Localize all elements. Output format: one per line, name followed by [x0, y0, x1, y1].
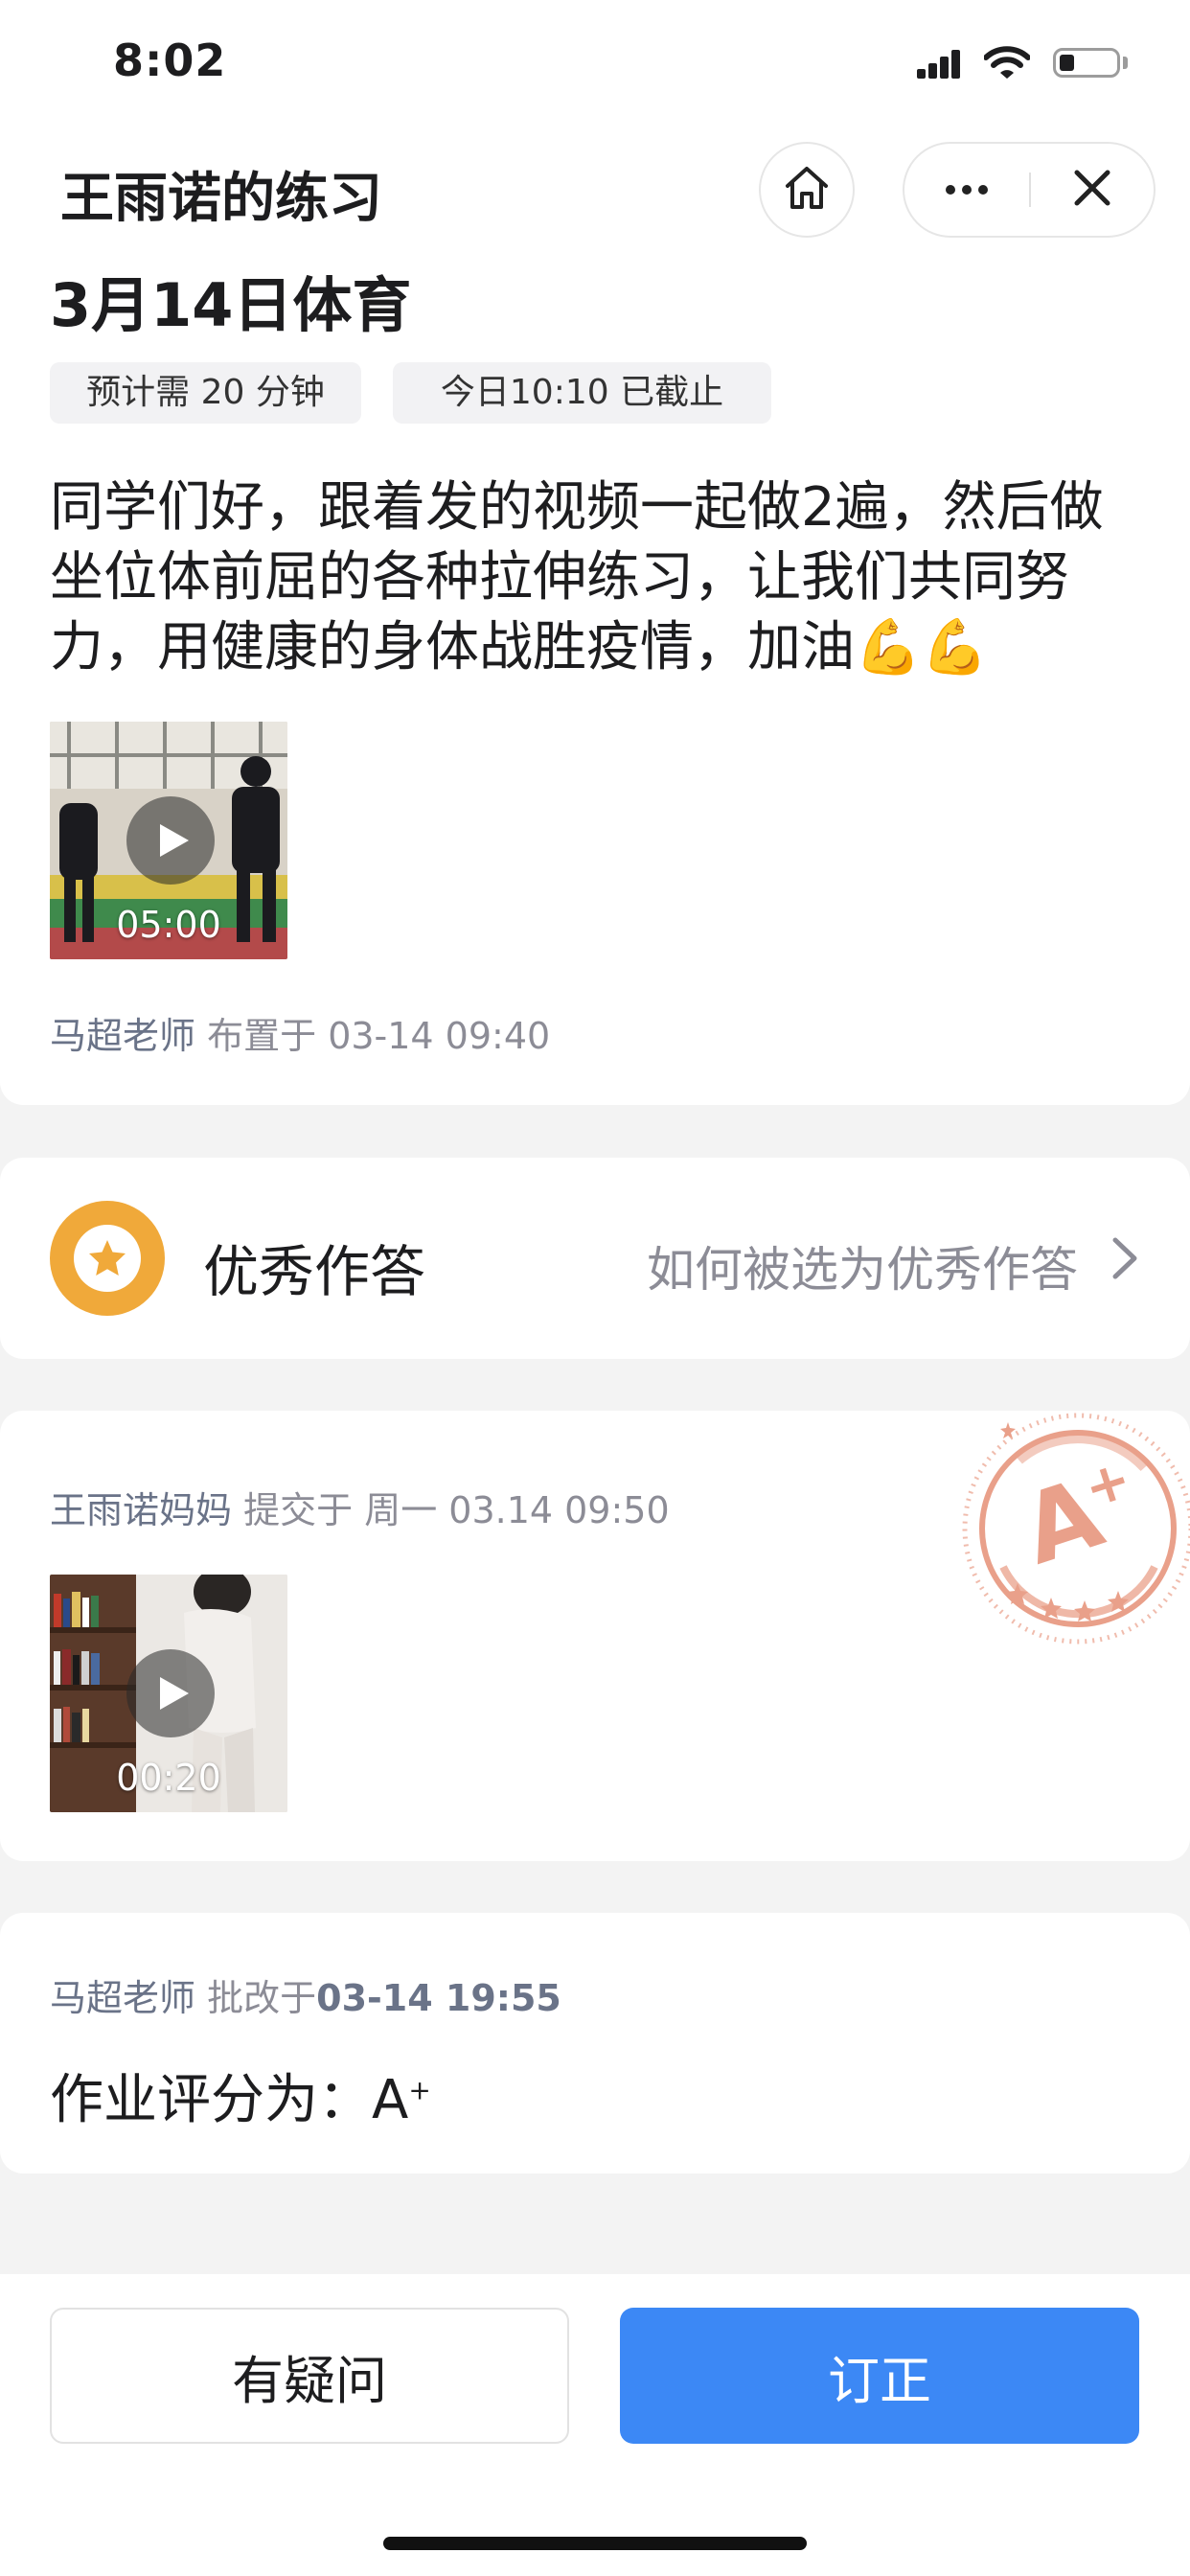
grading-label: 批改于 [207, 1977, 317, 2019]
how-to-be-selected-link[interactable]: 如何被选为优秀作答 [647, 1231, 1078, 1300]
grading-card [0, 1913, 1190, 2174]
grading-meta: 马超老师 批改于03-14 19:55 [50, 1968, 561, 2021]
battery-icon [1053, 48, 1120, 78]
video-duration: 05:00 [116, 904, 221, 946]
assignment-meta: 马超老师 布置于 03-14 09:40 [50, 1006, 550, 1059]
submission-meta: 王雨诺妈妈 提交于 周一 03.14 09:50 [50, 1481, 670, 1533]
close-icon [1073, 169, 1111, 211]
play-icon[interactable] [126, 1649, 215, 1737]
question-button[interactable]: 有疑问 [50, 2308, 569, 2444]
more-button[interactable] [904, 144, 1029, 236]
page-title: 王雨诺的练习 [60, 168, 382, 230]
home-icon [780, 161, 834, 218]
submission-video[interactable]: 00:20 [50, 1575, 287, 1812]
submitter-name[interactable]: 王雨诺妈妈 [50, 1489, 232, 1531]
deadline-chip: 今日10:10 已截止 [393, 362, 771, 424]
assigned-time: 布置于 03-14 09:40 [207, 1015, 551, 1057]
grade-result: 作业评分为：A+ [50, 2057, 431, 2134]
wifi-icon [983, 44, 1031, 84]
chevron-right-icon[interactable] [1111, 1236, 1138, 1284]
more-dots-icon [945, 181, 989, 199]
grade-stamp: A + [950, 1411, 1190, 1650]
homework-title: 3月14日体育 [50, 270, 412, 340]
duration-chip: 预计需 20 分钟 [50, 362, 361, 424]
homework-description: 同学们好，跟着发的视频一起做2遍，然后做坐位体前屈的各种拉伸练习，让我们共同努力… [50, 472, 1142, 682]
medal-icon [50, 1201, 165, 1316]
grade-result-plus: + [408, 2074, 431, 2106]
homework-video[interactable]: 05:00 [50, 722, 287, 959]
close-button[interactable] [1031, 144, 1154, 236]
submitted-time: 提交于 周一 03.14 09:50 [243, 1489, 670, 1531]
excellent-answers-title: 优秀作答 [203, 1239, 426, 1304]
play-icon[interactable] [126, 796, 215, 885]
grading-teacher-name[interactable]: 马超老师 [50, 1977, 195, 2019]
cellular-signal-icon [917, 50, 960, 79]
flexed-biceps-emoji: 💪💪 [855, 616, 989, 678]
status-time: 8:02 [113, 34, 227, 86]
home-button[interactable] [759, 142, 855, 238]
grade-result-text: 作业评分为：A [50, 2069, 409, 2131]
battery-cap [1123, 57, 1128, 69]
correct-button[interactable]: 订正 [620, 2308, 1139, 2444]
grading-time: 03-14 19:55 [316, 1977, 561, 2019]
teacher-name[interactable]: 马超老师 [50, 1015, 195, 1057]
mini-program-capsule [903, 142, 1156, 238]
home-indicator [383, 2537, 807, 2550]
video-duration: 00:20 [116, 1757, 221, 1799]
